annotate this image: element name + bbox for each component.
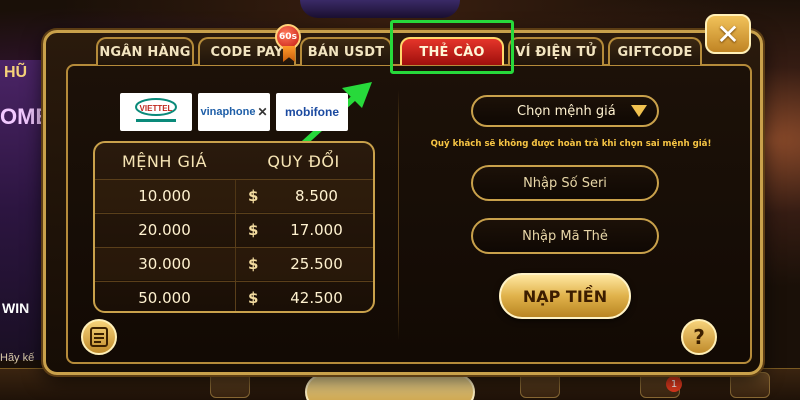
table-row: 50.000 $42.500 bbox=[95, 281, 373, 311]
section-divider bbox=[398, 90, 399, 340]
viettel-wordmark: VIETTEL bbox=[140, 104, 173, 113]
lobby-nav-group-icon[interactable] bbox=[520, 372, 560, 398]
wrong-denomination-warning: Quý khách sẽ không được hoàn trả khi chọ… bbox=[430, 139, 712, 149]
deposit-submit-label: NẠP TIỀN bbox=[522, 286, 608, 306]
tab-bank[interactable]: NGÂN HÀNG bbox=[96, 37, 194, 65]
header-face-value: MỆNH GIÁ bbox=[121, 151, 208, 171]
help-button[interactable]: ? bbox=[681, 319, 717, 355]
document-icon bbox=[90, 327, 108, 347]
face-value-cell: 20.000 bbox=[138, 221, 191, 239]
exchange-value-cell: 8.500 bbox=[295, 187, 338, 205]
face-value-cell: 30.000 bbox=[138, 255, 191, 273]
lobby-deposit-pill[interactable] bbox=[305, 374, 475, 400]
table-row: 20.000 $17.000 bbox=[95, 213, 373, 246]
notification-badge: 1 bbox=[666, 376, 682, 392]
face-value-cell: 10.000 bbox=[138, 187, 191, 205]
tab-code-pay-label: CODE PAY bbox=[210, 44, 284, 60]
tab-bank-label: NGÂN HÀNG bbox=[99, 44, 191, 60]
lobby-top-banner bbox=[300, 0, 460, 18]
tab-sell-usdt-label: BÁN USDT bbox=[307, 44, 385, 60]
card-code-placeholder: Nhập Mã Thẻ bbox=[522, 228, 608, 244]
face-value-cell: 50.000 bbox=[138, 289, 191, 307]
currency-icon: $ bbox=[248, 255, 259, 273]
denomination-select[interactable]: Chọn mệnh giá bbox=[471, 95, 659, 127]
deposit-submit-button[interactable]: NẠP TIỀN bbox=[499, 273, 631, 319]
tab-sell-usdt[interactable]: BÁN USDT bbox=[300, 37, 392, 65]
mobifone-wordmark: mobifone bbox=[285, 105, 339, 119]
exchange-rate-table: MỆNH GIÁ QUY ĐỔI 10.000 $8.500 20.000 $1… bbox=[93, 141, 375, 313]
tab-e-wallet[interactable]: VÍ ĐIỆN TỬ bbox=[508, 37, 604, 65]
exchange-value-cell: 17.000 bbox=[290, 221, 343, 239]
exchange-value-cell: 25.500 bbox=[290, 255, 343, 273]
operator-logo-mobifone[interactable]: mobifone bbox=[276, 93, 348, 131]
vinaphone-wordmark: vinaphone bbox=[200, 106, 256, 118]
serial-number-placeholder: Nhập Số Seri bbox=[523, 175, 607, 191]
help-icon: ? bbox=[693, 325, 705, 349]
close-button[interactable]: ✕ bbox=[705, 14, 751, 54]
tab-highlight-box bbox=[390, 20, 514, 74]
rate-table-header: MỆNH GIÁ QUY ĐỔI bbox=[95, 143, 373, 179]
card-code-input[interactable]: Nhập Mã Thẻ bbox=[471, 218, 659, 254]
dropdown-caret-icon bbox=[631, 105, 647, 117]
vinaphone-swoosh-icon: ✕ bbox=[257, 105, 268, 119]
serial-number-input[interactable]: Nhập Số Seri bbox=[471, 165, 659, 201]
exchange-value-cell: 42.500 bbox=[290, 289, 343, 307]
lobby-hint-text: Hãy kế bbox=[0, 352, 35, 364]
operator-logo-vinaphone[interactable]: vinaphone ✕ bbox=[198, 93, 270, 131]
tab-e-wallet-label: VÍ ĐIỆN TỬ bbox=[515, 44, 597, 60]
currency-icon: $ bbox=[248, 187, 259, 205]
currency-icon: $ bbox=[248, 221, 259, 239]
lobby-nav-settings-icon[interactable] bbox=[730, 372, 770, 398]
operator-logo-viettel[interactable]: VIETTEL bbox=[120, 93, 192, 131]
tab-giftcode[interactable]: GIFTCODE bbox=[608, 37, 702, 65]
table-row: 10.000 $8.500 bbox=[95, 179, 373, 212]
lobby-nav-shop-icon[interactable] bbox=[210, 372, 250, 398]
table-row: 30.000 $25.500 bbox=[95, 247, 373, 280]
lobby-win-label: WIN bbox=[2, 300, 30, 316]
currency-icon: $ bbox=[248, 289, 259, 307]
header-exchange-value: QUY ĐỔI bbox=[267, 151, 340, 171]
tab-giftcode-label: GIFTCODE bbox=[617, 44, 693, 60]
close-icon: ✕ bbox=[716, 17, 740, 51]
denomination-select-label: Chọn mệnh giá bbox=[517, 103, 616, 119]
history-button[interactable] bbox=[81, 319, 117, 355]
lobby-jackpot-label: HŨ bbox=[4, 64, 28, 81]
